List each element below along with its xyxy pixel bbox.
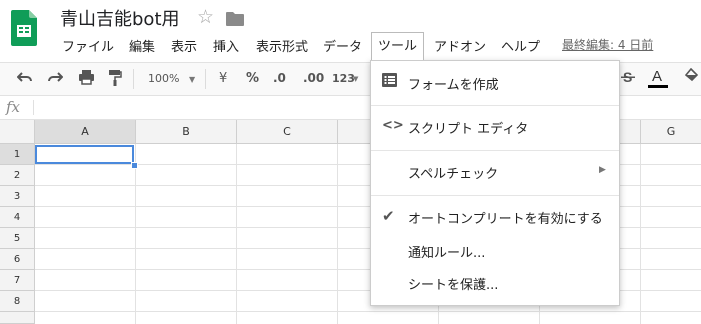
paint-format-icon[interactable] — [108, 69, 122, 90]
column-header-a[interactable]: A — [35, 120, 136, 144]
menu-edit[interactable]: 編集 — [129, 36, 155, 55]
menu-item-label: オートコンプリートを有効にする — [408, 212, 603, 227]
menu-separator — [371, 105, 619, 106]
row-header[interactable] — [0, 312, 35, 324]
menu-item-create-form[interactable]: フォームを作成 — [371, 69, 619, 97]
menu-item-label: 通知ルール... — [408, 246, 486, 261]
row-header[interactable]: 5 — [0, 228, 35, 249]
redo-icon[interactable] — [47, 69, 64, 89]
menu-format[interactable]: 表示形式 — [256, 36, 308, 55]
text-color-icon[interactable]: A — [647, 67, 669, 93]
menu-tools[interactable]: ツール — [371, 32, 425, 60]
chevron-down-icon: ▼ — [189, 75, 196, 84]
row-header[interactable]: 1 — [0, 144, 35, 165]
fill-handle[interactable] — [131, 162, 138, 169]
menu-view[interactable]: 表示 — [171, 36, 197, 55]
currency-button[interactable]: ¥ — [219, 71, 227, 86]
menu-item-protect-sheet[interactable]: シートを保護... — [371, 269, 619, 297]
form-icon — [382, 73, 397, 91]
grid-line — [35, 311, 701, 312]
star-icon[interactable]: ☆ — [197, 6, 214, 28]
folder-icon[interactable] — [226, 11, 244, 30]
menu-separator — [371, 195, 619, 196]
zoom-select[interactable]: 100% — [148, 72, 179, 85]
fx-label: fx — [6, 98, 21, 116]
row-header[interactable]: 4 — [0, 207, 35, 228]
formula-divider — [33, 100, 34, 115]
tools-dropdown-menu: フォームを作成 <> スクリプト エディタ スペルチェック ▶ ✔ オートコンプ… — [370, 60, 620, 306]
select-all-corner[interactable] — [0, 120, 35, 144]
percent-button[interactable]: % — [246, 71, 259, 86]
grid-line — [640, 144, 641, 324]
print-icon[interactable] — [78, 69, 95, 89]
check-icon: ✔ — [382, 207, 395, 225]
menu-item-autocomplete[interactable]: ✔ オートコンプリートを有効にする — [371, 203, 619, 231]
menu-item-label: フォームを作成 — [408, 78, 499, 93]
last-edit-link[interactable]: 最終編集: 4 日前 — [562, 36, 653, 53]
row-header[interactable]: 2 — [0, 165, 35, 186]
submenu-arrow-icon: ▶ — [599, 165, 606, 175]
menu-data[interactable]: データ — [323, 36, 362, 55]
decrease-decimal-button[interactable]: .0 — [273, 71, 286, 85]
strikethrough-icon[interactable]: S — [621, 69, 635, 89]
menu-separator — [371, 150, 619, 151]
menu-item-label: スペルチェック — [408, 167, 499, 182]
menu-insert[interactable]: 挿入 — [213, 36, 239, 55]
fill-color-icon[interactable] — [684, 67, 699, 88]
grid-line — [236, 144, 237, 324]
menu-item-notification-rules[interactable]: 通知ルール... — [371, 237, 619, 265]
formula-input[interactable] — [40, 98, 360, 116]
code-icon: <> — [382, 118, 404, 133]
menu-item-label: シートを保護... — [408, 278, 499, 293]
row-header[interactable]: 8 — [0, 291, 35, 312]
grid-line — [337, 144, 338, 324]
chevron-down-icon: ▼ — [353, 75, 359, 83]
sheets-logo-icon[interactable] — [11, 10, 37, 46]
document-title[interactable]: 青山吉能bot用 — [60, 5, 180, 31]
menu-help[interactable]: ヘルプ — [501, 36, 540, 55]
grid-line — [135, 144, 136, 324]
row-header[interactable]: 7 — [0, 270, 35, 291]
column-header-b[interactable]: B — [136, 120, 237, 144]
menu-addons[interactable]: アドオン — [434, 36, 486, 55]
row-header[interactable]: 3 — [0, 186, 35, 207]
menu-file[interactable]: ファイル — [62, 36, 114, 55]
menu-item-label: スクリプト エディタ — [408, 122, 529, 137]
column-header-c[interactable]: C — [237, 120, 338, 144]
more-formats-button[interactable]: 123 — [332, 72, 355, 85]
undo-icon[interactable] — [16, 69, 33, 89]
column-header-g[interactable]: G — [641, 120, 701, 144]
increase-decimal-button[interactable]: .00 — [303, 71, 324, 85]
menu-item-script-editor[interactable]: <> スクリプト エディタ — [371, 113, 619, 141]
active-cell[interactable] — [35, 145, 134, 164]
menu-item-spellcheck[interactable]: スペルチェック ▶ — [371, 158, 619, 186]
svg-text:A: A — [652, 68, 662, 85]
row-header[interactable]: 6 — [0, 249, 35, 270]
